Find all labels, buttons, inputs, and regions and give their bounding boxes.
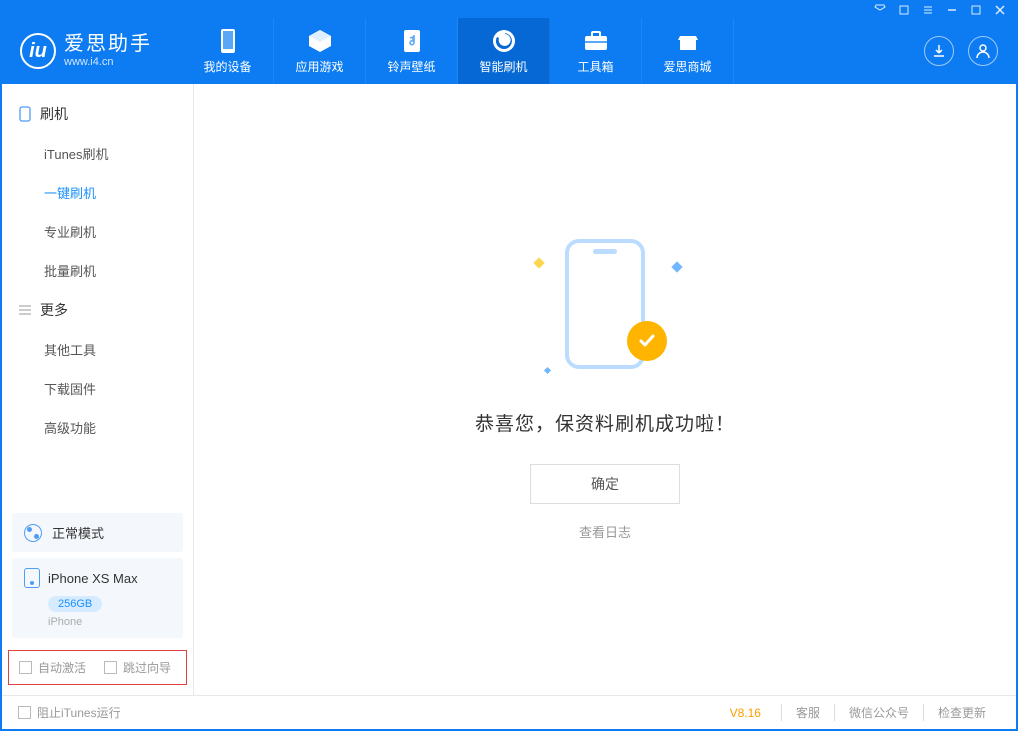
checkbox-highlight-box: 自动激活 跳过向导 [8, 650, 187, 685]
nav-tab-device[interactable]: 我的设备 [182, 18, 274, 84]
device-card[interactable]: iPhone XS Max 256GB iPhone [12, 558, 183, 638]
footer-link-wechat[interactable]: 微信公众号 [834, 704, 923, 721]
checkbox-skip-guide[interactable]: 跳过向导 [104, 659, 171, 676]
ringtone-icon [399, 28, 425, 54]
minimize-icon[interactable] [946, 4, 958, 16]
success-message: 恭喜您，保资料刷机成功啦！ [475, 409, 735, 436]
phone-icon [18, 107, 32, 121]
sidebar-item-download-firmware[interactable]: 下载固件 [2, 369, 193, 408]
header: iu 爱思助手 www.i4.cn 我的设备 应用游戏 铃声壁纸 智能刷机 [2, 18, 1016, 84]
status-icon [24, 524, 42, 542]
status-text: 正常模式 [52, 523, 104, 542]
status-card[interactable]: 正常模式 [12, 513, 183, 552]
sidebar: 刷机 iTunes刷机 一键刷机 专业刷机 批量刷机 更多 其他工具 下载固件 … [2, 84, 194, 695]
user-icon[interactable] [968, 36, 998, 66]
nav-tab-ringtone[interactable]: 铃声壁纸 [366, 18, 458, 84]
sidebar-item-pro-flash[interactable]: 专业刷机 [2, 212, 193, 251]
skin-icon[interactable] [898, 4, 910, 16]
footer-link-update[interactable]: 检查更新 [923, 704, 1000, 721]
logo: iu 爱思助手 www.i4.cn [20, 32, 152, 69]
sparkle-icon [671, 261, 682, 272]
toolbox-icon [583, 28, 609, 54]
ok-button[interactable]: 确定 [530, 464, 680, 504]
device-phone-icon [24, 568, 40, 588]
main-content: 恭喜您，保资料刷机成功啦！ 确定 查看日志 [194, 84, 1016, 695]
menu-icon[interactable] [922, 4, 934, 16]
sidebar-item-batch-flash[interactable]: 批量刷机 [2, 251, 193, 290]
nav-tab-flash[interactable]: 智能刷机 [458, 18, 550, 84]
app-window: iu 爱思助手 www.i4.cn 我的设备 应用游戏 铃声壁纸 智能刷机 [0, 0, 1018, 731]
device-storage-badge: 256GB [48, 596, 102, 612]
titlebar [2, 2, 1016, 18]
body: 刷机 iTunes刷机 一键刷机 专业刷机 批量刷机 更多 其他工具 下载固件 … [2, 84, 1016, 695]
header-right [924, 36, 998, 66]
sidebar-item-itunes-flash[interactable]: iTunes刷机 [2, 134, 193, 173]
maximize-icon[interactable] [970, 4, 982, 16]
store-icon [675, 28, 701, 54]
feedback-icon[interactable] [874, 4, 886, 16]
sparkle-icon [544, 366, 551, 373]
footer-link-support[interactable]: 客服 [781, 704, 834, 721]
sidebar-item-advanced[interactable]: 高级功能 [2, 408, 193, 447]
footer: 阻止iTunes运行 V8.16 客服 微信公众号 检查更新 [2, 695, 1016, 729]
device-icon [215, 28, 241, 54]
apps-icon [307, 28, 333, 54]
nav-tabs: 我的设备 应用游戏 铃声壁纸 智能刷机 工具箱 爱思商城 [182, 18, 734, 84]
sidebar-item-other-tools[interactable]: 其他工具 [2, 330, 193, 369]
sparkle-icon [533, 257, 544, 268]
device-name: iPhone XS Max [48, 571, 138, 586]
checkbox-auto-activate[interactable]: 自动激活 [19, 659, 86, 676]
sidebar-group-more: 更多 [2, 290, 193, 330]
checkbox-box [19, 661, 32, 674]
checkbox-box [18, 706, 31, 719]
sidebar-group-flash: 刷机 [2, 94, 193, 134]
nav-tab-store[interactable]: 爱思商城 [642, 18, 734, 84]
checkbox-box [104, 661, 117, 674]
sidebar-bottom: 正常模式 iPhone XS Max 256GB iPhone 自动激活 [2, 507, 193, 695]
check-badge-icon [627, 321, 667, 361]
app-name-cn: 爱思助手 [64, 32, 152, 56]
nav-tab-apps[interactable]: 应用游戏 [274, 18, 366, 84]
success-illustration [535, 239, 675, 379]
view-log-link[interactable]: 查看日志 [579, 522, 631, 541]
sidebar-item-oneclick-flash[interactable]: 一键刷机 [2, 173, 193, 212]
flash-icon [491, 28, 517, 54]
logo-icon: iu [20, 33, 56, 69]
download-icon[interactable] [924, 36, 954, 66]
close-icon[interactable] [994, 4, 1006, 16]
more-icon [18, 303, 32, 317]
checkbox-block-itunes[interactable]: 阻止iTunes运行 [18, 704, 121, 721]
nav-tab-toolbox[interactable]: 工具箱 [550, 18, 642, 84]
device-type: iPhone [48, 616, 171, 628]
app-name-en: www.i4.cn [64, 56, 152, 69]
version-label: V8.16 [730, 706, 761, 720]
